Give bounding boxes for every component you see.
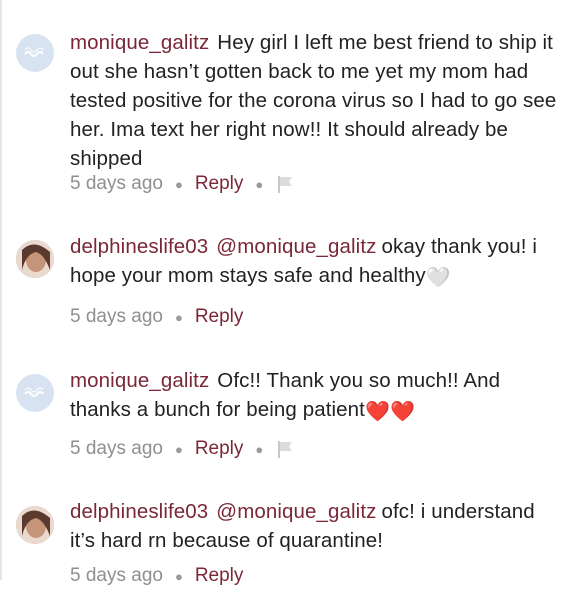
wave-avatar[interactable] — [16, 374, 54, 412]
comment-username[interactable]: monique_galitz — [70, 369, 209, 392]
comment-username[interactable]: delphineslife03 — [70, 235, 208, 258]
separator-dot: ● — [255, 441, 264, 457]
comment-time: 5 days ago — [70, 173, 163, 194]
profile-photo-icon — [16, 506, 54, 544]
wave-avatar[interactable] — [16, 34, 54, 72]
comment-username[interactable]: monique_galitz — [70, 31, 209, 54]
profile-photo-icon — [16, 240, 54, 278]
wave-icon — [24, 47, 44, 57]
comment-body: delphineslife03 @monique_galitz ofc! i und… — [70, 497, 560, 555]
comment-meta: 5 days ago ● Reply ● — [70, 171, 297, 197]
comment-mention[interactable]: @monique_galitz — [216, 235, 376, 258]
comment-meta: 5 days ago ● Reply ● — [70, 436, 297, 462]
separator-dot: ● — [255, 176, 264, 192]
white-heart-emoji: 🤍 — [425, 267, 451, 289]
separator-dot: ● — [174, 568, 183, 584]
comment-meta: 5 days ago ● Reply — [70, 563, 243, 589]
photo-avatar[interactable] — [16, 506, 54, 544]
comment-body: monique_galitz Hey girl I left me best fr… — [70, 28, 560, 173]
separator-dot: ● — [174, 176, 183, 192]
separator-dot: ● — [174, 309, 183, 325]
photo-avatar[interactable] — [16, 240, 54, 278]
flag-icon[interactable] — [275, 438, 297, 460]
comment-time: 5 days ago — [70, 306, 163, 327]
reply-button[interactable]: Reply — [195, 173, 244, 195]
reply-button[interactable]: Reply — [195, 438, 244, 460]
comment-username[interactable]: delphineslife03 — [70, 500, 208, 523]
comment-mention[interactable]: @monique_galitz — [216, 500, 376, 523]
left-border — [0, 0, 2, 580]
red-heart-emoji: ❤️❤️ — [364, 401, 415, 423]
separator-dot: ● — [174, 441, 183, 457]
comment-body: monique_galitz Ofc!! Thank you so much!! … — [70, 366, 560, 427]
wave-icon — [24, 387, 44, 397]
reply-button[interactable]: Reply — [195, 565, 244, 587]
reply-button[interactable]: Reply — [195, 306, 244, 328]
comment-body: delphineslife03 @monique_galitz okay thank… — [70, 232, 560, 293]
flag-icon[interactable] — [275, 173, 297, 195]
comment-time: 5 days ago — [70, 438, 163, 459]
comment-time: 5 days ago — [70, 565, 163, 586]
comment-meta: 5 days ago ● Reply — [70, 304, 243, 330]
